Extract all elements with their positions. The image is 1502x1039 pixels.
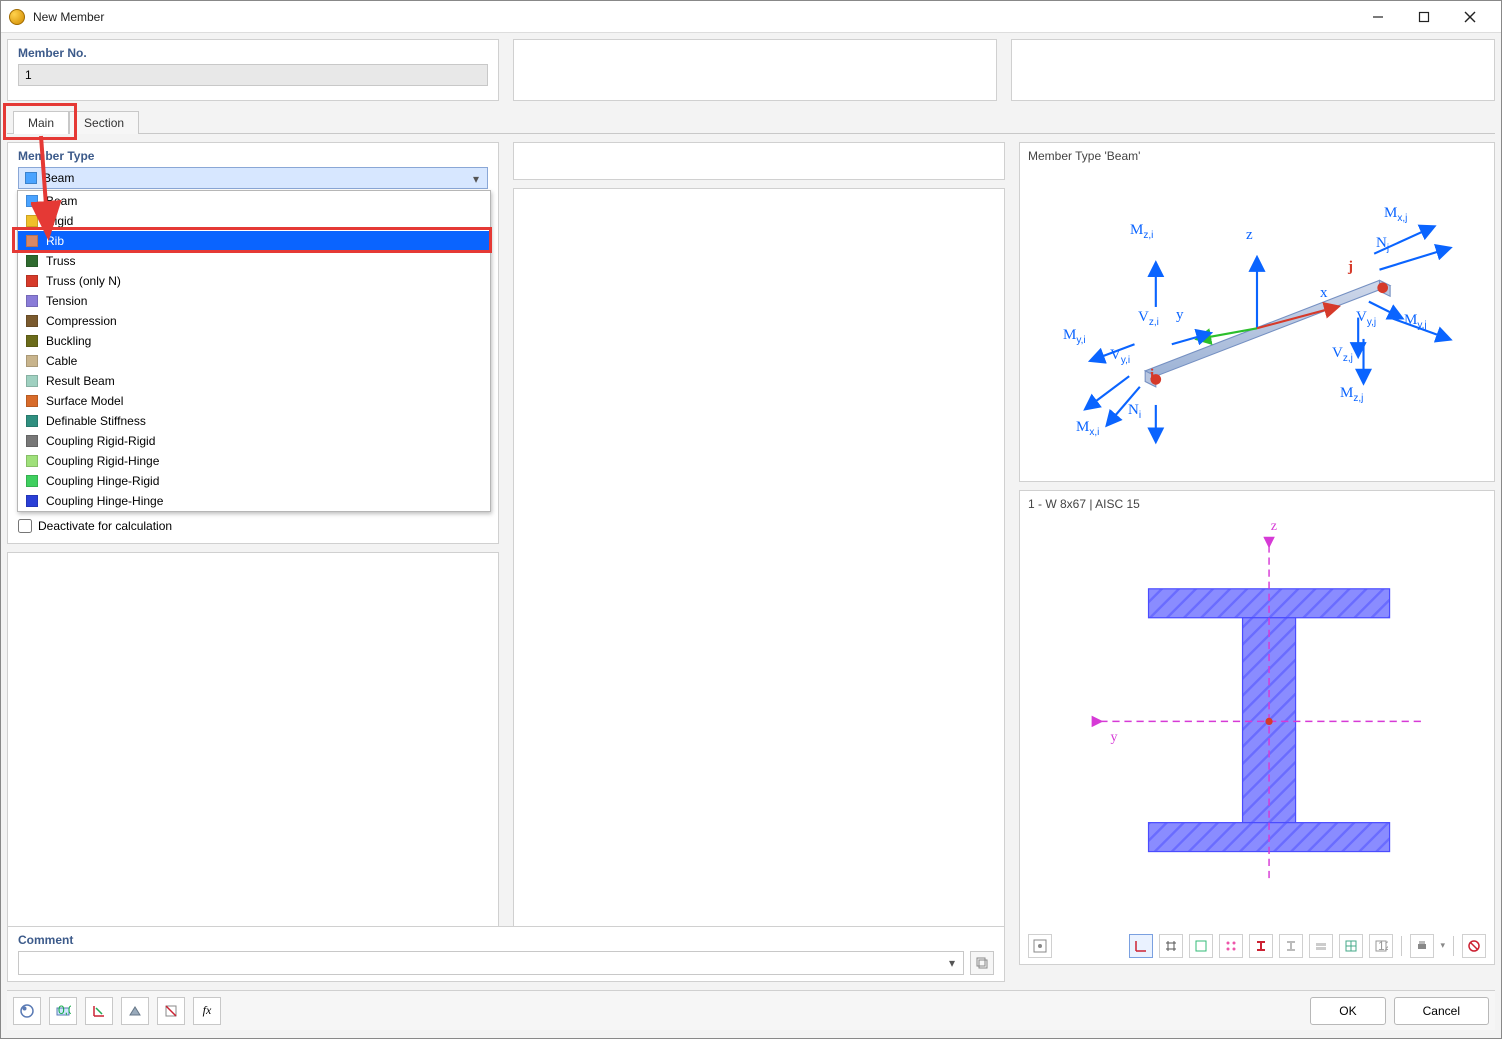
color-swatch [26,495,38,507]
color-swatch [26,275,38,287]
comment-combo[interactable]: ▾ [18,951,964,975]
content-area: Member No. Main Section Member Type Beam… [1,33,1501,1038]
option-label: Coupling Rigid-Hinge [46,454,159,468]
comment-copy-button[interactable] [970,951,994,975]
comment-label: Comment [18,933,994,951]
member-type-group: Member Type Beam ▾ Beam Rigid Rib Truss Trus… [7,142,499,544]
top-empty-panel-2 [1011,39,1495,101]
option-label: Surface Model [46,394,123,408]
member-type-option[interactable]: Cable [18,351,490,371]
mid-main-panel [513,188,1005,928]
help-icon[interactable] [13,997,41,1025]
color-swatch [26,415,38,427]
member-type-option[interactable]: Tension [18,291,490,311]
app-icon [9,9,25,25]
member-type-combo[interactable]: Beam ▾ [18,167,488,189]
member-type-option[interactable]: Buckling [18,331,490,351]
delete-section-icon[interactable] [157,997,185,1025]
color-swatch [26,455,38,467]
color-swatch [26,375,38,387]
option-label: Coupling Hinge-Hinge [46,494,163,508]
option-label: Coupling Hinge-Rigid [46,474,159,488]
comment-group: Comment ▾ [7,926,1005,982]
function-icon[interactable]: fx [193,997,221,1025]
option-label: Truss (only N) [46,274,121,288]
color-swatch [26,395,38,407]
member-type-option[interactable]: Rib [18,231,490,251]
section-diagram: z y [1028,515,1486,928]
window-title: New Member [33,10,104,24]
member-type-option[interactable]: Compression [18,311,490,331]
member-type-option[interactable]: Coupling Rigid-Hinge [18,451,490,471]
member-type-label: Member Type [18,149,488,167]
svg-text:0,00: 0,00 [58,1003,71,1017]
member-no-group: Member No. [7,39,499,101]
member-type-preview-title: Member Type 'Beam' [1028,149,1486,167]
option-label: Rib [46,234,64,248]
color-swatch [26,255,38,267]
window-minimize-button[interactable] [1355,1,1401,33]
chevron-down-icon: ▾ [945,956,959,970]
left-lower-panel [7,552,499,928]
option-label: Tension [46,294,87,308]
mid-small-panel [513,142,1005,180]
color-swatch [26,435,38,447]
tab-section[interactable]: Section [69,111,139,134]
member-type-option[interactable]: Definable Stiffness [18,411,490,431]
color-swatch [26,215,38,227]
member-type-option[interactable]: Coupling Hinge-Rigid [18,471,490,491]
member-type-dropdown[interactable]: Beam Rigid Rib Truss Truss (only N) Tension Co… [17,190,491,512]
tab-bar: Main Section [7,107,1495,133]
section-preview-title: 1 - W 8x67 | AISC 15 [1028,497,1486,515]
member-type-selected: Beam [43,171,74,185]
option-label: Buckling [46,334,91,348]
units-icon[interactable]: 0,00 [49,997,77,1025]
titlebar: New Member [1,1,1501,33]
option-label: Coupling Rigid-Rigid [46,434,155,448]
member-type-option[interactable]: Rigid [18,211,490,231]
selected-color-swatch [25,172,37,184]
member-type-diagram: Mz,i z Vz,i y x My,i Vy,i Ni Mx,i i Mx,j… [1028,167,1486,490]
section-preview-panel: 1 - W 8x67 | AISC 15 [1019,490,1495,965]
member-type-option[interactable]: Result Beam [18,371,490,391]
member-type-option[interactable]: Surface Model [18,391,490,411]
color-swatch [26,475,38,487]
member-type-option[interactable]: Beam [18,191,490,211]
window-close-button[interactable] [1447,1,1493,33]
member-no-input[interactable] [18,64,488,86]
ok-button[interactable]: OK [1310,997,1385,1025]
color-swatch [26,235,38,247]
member-type-option[interactable]: Truss [18,251,490,271]
option-label: Beam [46,194,77,208]
option-label: Cable [46,354,77,368]
member-axes-icon[interactable] [85,997,113,1025]
color-swatch [26,355,38,367]
option-label: Truss [46,254,76,268]
chevron-down-icon: ▾ [469,172,483,186]
rendering-icon[interactable] [121,997,149,1025]
color-swatch [26,335,38,347]
color-swatch [26,195,38,207]
member-type-option[interactable]: Coupling Hinge-Hinge [18,491,490,511]
color-swatch [26,295,38,307]
color-swatch [26,315,38,327]
top-empty-panel-1 [513,39,997,101]
window-maximize-button[interactable] [1401,1,1447,33]
option-label: Result Beam [46,374,115,388]
option-label: Rigid [46,214,73,228]
cancel-button[interactable]: Cancel [1394,997,1489,1025]
bottombar: 0,00 fx OK Cancel [7,990,1495,1030]
deactivate-label: Deactivate for calculation [38,519,172,533]
member-type-preview-panel: Member Type 'Beam' [1019,142,1495,482]
option-label: Compression [46,314,117,328]
deactivate-checkbox[interactable] [18,519,32,533]
member-no-label: Member No. [18,46,488,64]
option-label: Definable Stiffness [46,414,146,428]
member-type-option[interactable]: Truss (only N) [18,271,490,291]
tab-main[interactable]: Main [13,111,69,134]
member-type-option[interactable]: Coupling Rigid-Rigid [18,431,490,451]
